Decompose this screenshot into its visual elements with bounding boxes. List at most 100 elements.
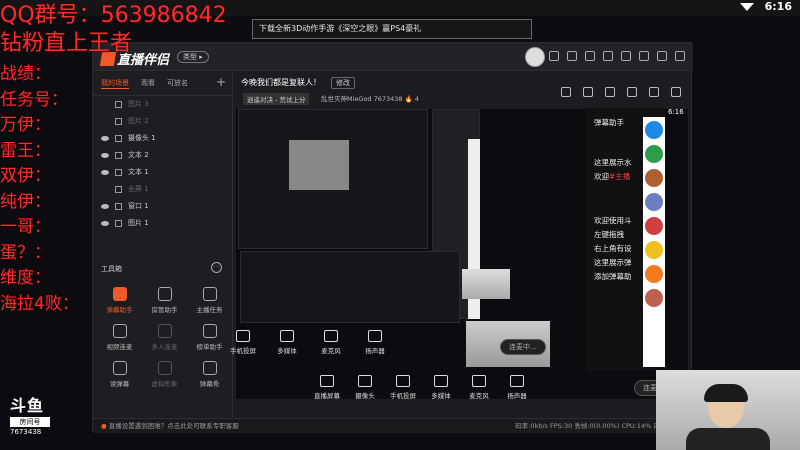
download-icon[interactable]	[605, 87, 615, 97]
dropdown-arrow-icon[interactable]	[740, 3, 754, 11]
layer-item[interactable]: 文本 2	[93, 147, 232, 164]
eye-icon[interactable]	[101, 102, 109, 107]
tool-item[interactable]: 榜单助手	[187, 324, 232, 351]
speaker-icon	[510, 375, 524, 387]
share-link-icon[interactable]	[671, 87, 681, 97]
share-icon[interactable]	[583, 87, 593, 97]
eye-icon[interactable]	[101, 153, 109, 158]
user-avatar-icon[interactable]	[645, 193, 663, 211]
notice-banner[interactable]: 下载全新3D动作手游《深空之眼》赢PS4豪礼	[252, 19, 532, 39]
scene-tabs: 我的场景 观看 可放名	[93, 72, 232, 96]
tool-label: 虚拟形象	[151, 380, 178, 388]
tool-item[interactable]: 弹幕秀	[187, 361, 232, 388]
gamepad-icon[interactable]	[645, 145, 663, 163]
connecting-button[interactable]: 连麦中...	[500, 339, 546, 355]
chat-icon-column	[643, 117, 665, 367]
menu-icon[interactable]	[621, 51, 631, 61]
layer-item[interactable]: 摄像头 1	[93, 130, 232, 147]
layer-type-icon	[115, 152, 122, 159]
shirt-icon[interactable]	[603, 51, 613, 61]
grid-icon[interactable]	[585, 51, 595, 61]
record-item: 维度：	[0, 268, 51, 288]
add-layer-icon[interactable]: +	[216, 75, 226, 89]
tab-watch[interactable]: 观看	[141, 78, 155, 89]
eye-icon[interactable]	[101, 187, 109, 192]
speaker-button-2[interactable]: 扬声器	[502, 375, 532, 400]
gift-icon[interactable]	[561, 87, 571, 97]
user-avatar-icon[interactable]	[645, 289, 663, 307]
avatar[interactable]	[525, 47, 545, 67]
edit-button[interactable]: 修改	[331, 77, 355, 89]
bell-icon[interactable]	[649, 87, 659, 97]
record-item: 万伊：	[0, 115, 51, 135]
qq-group: QQ群号：563986842	[0, 3, 227, 28]
multimedia-button[interactable]: 多媒体	[272, 330, 302, 355]
speaker-button[interactable]: 扬声器	[360, 330, 390, 355]
layer-label: 图片 2	[128, 117, 149, 125]
tool-label: 读弹幕	[109, 380, 130, 388]
layer-item[interactable]: 图片 1	[93, 215, 232, 232]
layer-item[interactable]: 图片 2	[93, 113, 232, 130]
tool-item[interactable]: 房管助手	[142, 287, 187, 314]
tool-icon	[157, 361, 172, 375]
tool-item[interactable]: 虚拟形象	[142, 361, 187, 388]
badge-icon[interactable]	[645, 121, 663, 139]
tool-item[interactable]: 读弹幕	[97, 361, 142, 388]
layer-type-icon	[115, 186, 122, 193]
eye-icon[interactable]	[101, 136, 109, 141]
minimize-icon[interactable]	[639, 51, 649, 61]
phone-cast-button-2[interactable]: 手机投屏	[388, 375, 418, 400]
layer-type-icon	[115, 135, 122, 142]
eye-icon[interactable]	[101, 170, 109, 175]
record-item: 雷王：	[0, 140, 51, 161]
layer-item[interactable]: 图片 3	[93, 96, 232, 113]
window-controls	[549, 51, 685, 61]
close-icon[interactable]	[675, 51, 685, 61]
layer-label: 文本 2	[128, 151, 149, 159]
status-time: 6:16	[764, 0, 792, 13]
tool-icon	[112, 324, 127, 338]
tool-label: 榜单助手	[196, 343, 223, 351]
tab-other[interactable]: 可放名	[167, 78, 188, 89]
tool-item[interactable]: 弹幕助手	[97, 287, 142, 314]
phone-cast-icon	[236, 330, 250, 342]
layer-label: 摄像头 1	[128, 134, 156, 142]
layer-item[interactable]: 窗口 1	[93, 198, 232, 215]
volume-icon[interactable]	[645, 265, 663, 283]
multimedia-button-2[interactable]: 多媒体	[426, 375, 456, 400]
layer-item[interactable]: 全屏 1	[93, 181, 232, 198]
screen-icon[interactable]	[567, 51, 577, 61]
stream-overlay-text: QQ群号：563986842 钻粉直上王者	[0, 2, 240, 58]
tool-item[interactable]: 多人连麦	[142, 324, 187, 351]
nested-webcam-small	[462, 269, 510, 299]
more-icon[interactable]: ⋯	[211, 262, 222, 273]
tab-scene[interactable]: 我的场景	[101, 78, 129, 89]
tool-icon	[112, 361, 127, 375]
message-icon[interactable]	[549, 51, 559, 61]
person-cap	[704, 384, 748, 402]
status-bar: ● 直播设置遇到困难？点击此处可联系专职客服 码率:0kb/s FPS:30 丢…	[93, 418, 693, 433]
toolbox-title: 工具箱	[101, 265, 122, 273]
microphone-button-2[interactable]: 麦克风	[464, 375, 494, 400]
user-avatar-icon[interactable]	[645, 217, 663, 235]
fist-icon[interactable]	[645, 241, 663, 259]
live-screen-button[interactable]: 直播屏幕	[312, 375, 342, 400]
tool-icon	[157, 324, 172, 338]
microphone-button[interactable]: 麦克风	[316, 330, 346, 355]
tool-icon	[157, 287, 172, 301]
screen-cast-button[interactable]: 手机投屏	[228, 330, 258, 355]
help-link[interactable]: ● 直播设置遇到困难？点击此处可联系专职客服	[101, 419, 239, 433]
camera-icon	[358, 375, 372, 387]
user-avatar-icon[interactable]	[645, 169, 663, 187]
notify-icon[interactable]	[627, 87, 637, 97]
category-badge[interactable]: 逍遥对决 - 荒试上分	[243, 93, 310, 105]
maximize-icon[interactable]	[657, 51, 667, 61]
tool-label: 多人连麦	[151, 343, 178, 351]
tool-item[interactable]: 视频连麦	[97, 324, 142, 351]
camera-button[interactable]: 摄像头	[350, 375, 380, 400]
eye-icon[interactable]	[101, 221, 109, 226]
eye-icon[interactable]	[101, 204, 109, 209]
layer-item[interactable]: 文本 1	[93, 164, 232, 181]
tool-item[interactable]: 主播任务	[187, 287, 232, 314]
eye-icon[interactable]	[101, 119, 109, 124]
